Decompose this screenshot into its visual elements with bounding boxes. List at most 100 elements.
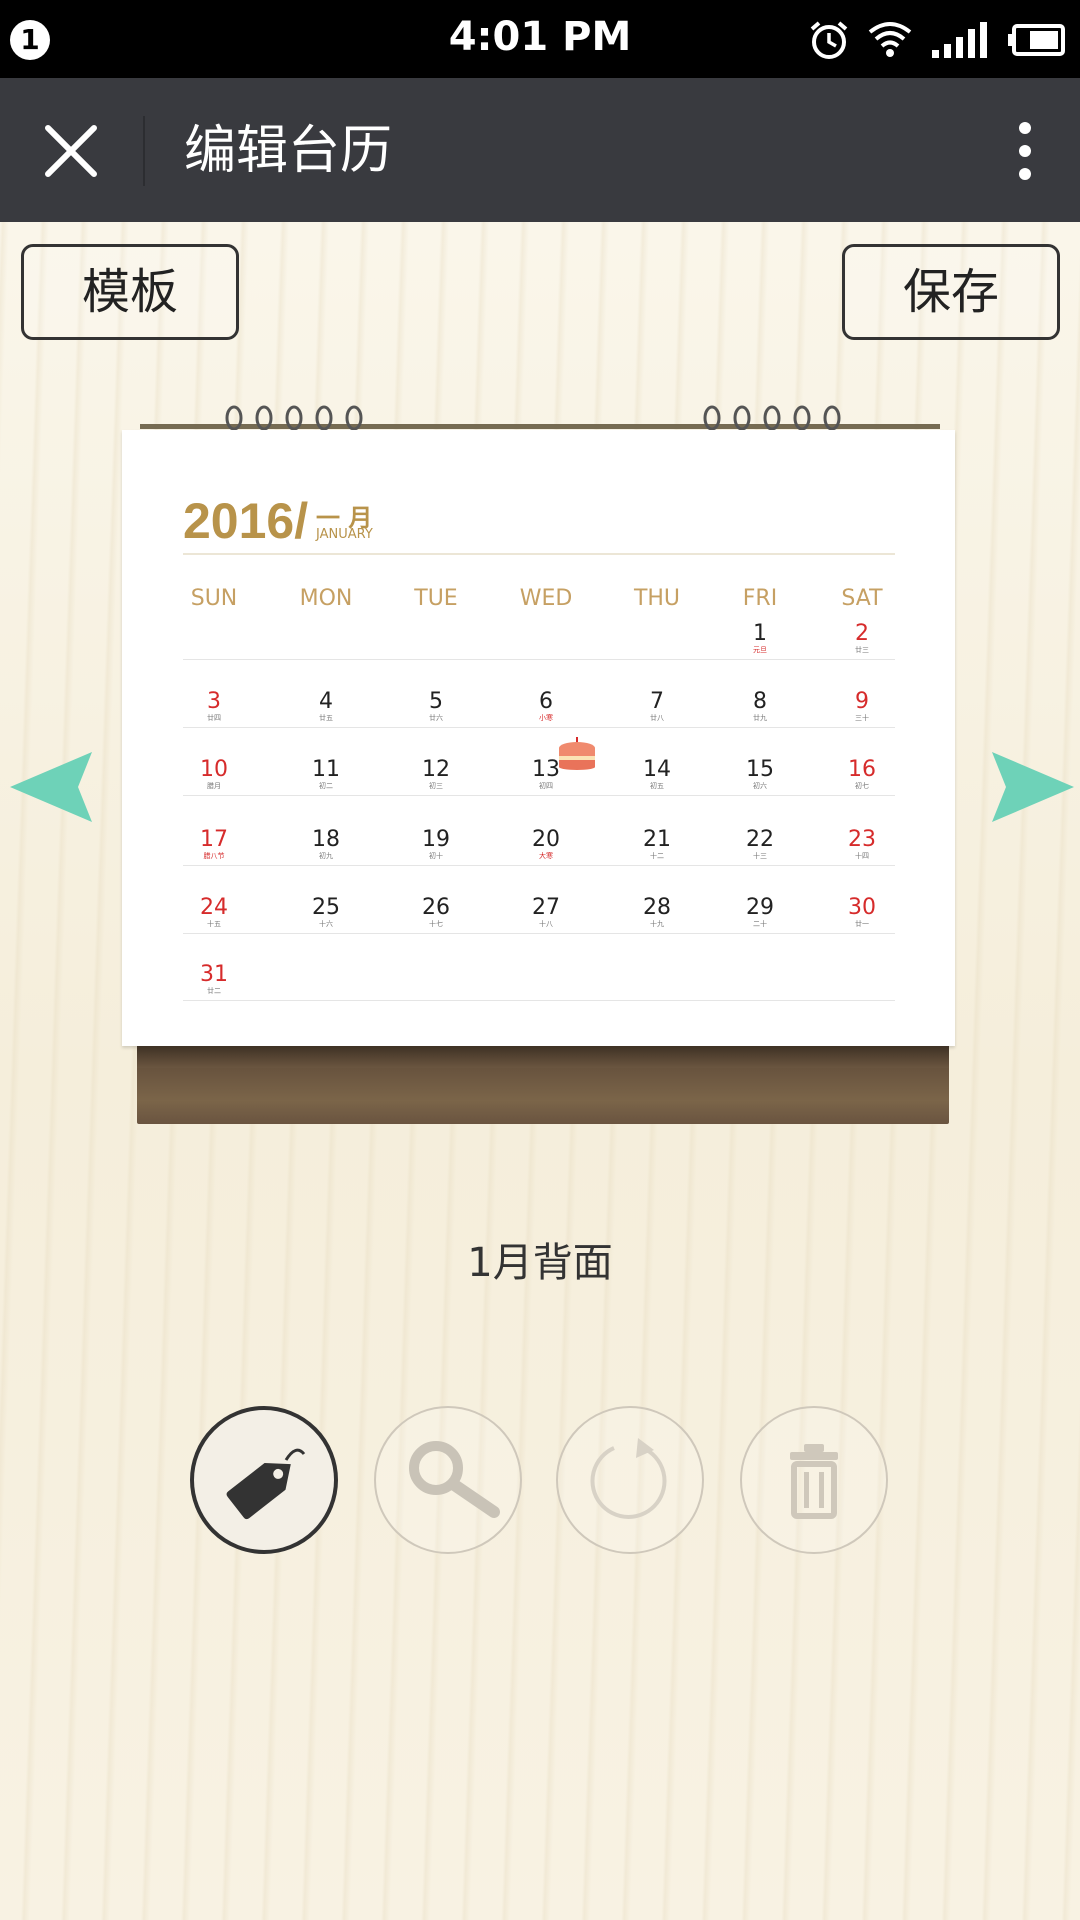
day-number: 5 (429, 689, 443, 714)
day-number: 27 (532, 895, 560, 920)
calendar-day[interactable]: 20 大寒 (506, 827, 586, 861)
signal-icon (932, 22, 987, 58)
calendar-month-en: JANUARY (316, 527, 373, 542)
lunar-date: 十三 (753, 852, 767, 860)
day-number: 1 (753, 621, 767, 646)
day-number: 29 (746, 895, 774, 920)
lunar-date: 小寒 (539, 714, 553, 722)
arrow-right-icon (992, 752, 1074, 822)
day-number: 16 (848, 757, 876, 782)
calendar-year: 2016/ (183, 493, 309, 549)
calendar-day[interactable]: 7 廿八 (617, 690, 697, 723)
day-number: 26 (422, 895, 450, 920)
lunar-date: 廿六 (429, 714, 443, 722)
page-title: 编辑台历 (184, 121, 393, 181)
calendar-day[interactable]: 9 三十 (822, 690, 902, 723)
calendar-header-rule (183, 553, 895, 555)
zoom-icon (409, 1441, 500, 1518)
lunar-date: 初六 (753, 782, 767, 790)
lunar-date: 大寒 (539, 852, 553, 860)
wifi-icon (868, 22, 912, 57)
calendar-day[interactable]: 22 十三 (720, 828, 800, 861)
more-options-button[interactable] (1000, 116, 1050, 186)
page-label: 1月背面 (467, 1240, 613, 1286)
day-number: 19 (422, 827, 450, 852)
day-number: 25 (312, 895, 340, 920)
arrow-left-icon (10, 752, 92, 822)
calendar-day[interactable]: 11 初二 (286, 758, 366, 791)
lunar-date: 初七 (855, 782, 869, 790)
calendar-day[interactable]: 28 十九 (617, 895, 697, 929)
cake-icon[interactable] (557, 736, 597, 770)
calendar-day[interactable]: 1 元旦 (720, 621, 800, 655)
weekday-header: SUN (190, 586, 238, 611)
calendar-day[interactable]: 2 廿三 (822, 622, 902, 655)
lunar-date: 初十 (429, 852, 443, 860)
zoom-button[interactable] (374, 1406, 522, 1554)
calendar-day[interactable]: 8 廿九 (720, 690, 800, 723)
calendar-row-divider (183, 933, 895, 934)
calendar-day[interactable]: 6 小寒 (506, 689, 586, 723)
tag-button[interactable] (190, 1406, 338, 1554)
day-number: 21 (643, 827, 671, 852)
lunar-date: 廿八 (650, 714, 664, 722)
lunar-date: 十九 (650, 920, 664, 928)
day-number: 31 (200, 962, 228, 987)
delete-button[interactable] (740, 1406, 888, 1554)
calendar-day[interactable]: 25 十六 (286, 895, 366, 929)
next-page-button[interactable] (986, 750, 1076, 824)
day-number: 10 (200, 757, 228, 782)
calendar-day[interactable]: 19 初十 (396, 827, 476, 861)
lunar-date: 十七 (429, 920, 443, 928)
rotate-button[interactable] (556, 1406, 704, 1554)
lunar-date: 廿四 (207, 714, 221, 722)
calendar-day[interactable]: 14 初五 (617, 757, 697, 791)
day-number: 20 (532, 827, 560, 852)
calendar-day[interactable]: 30 廿一 (822, 895, 902, 929)
calendar-row-divider (183, 727, 895, 728)
close-icon (45, 125, 97, 177)
calendar-day[interactable]: 12 初三 (396, 757, 476, 791)
status-bar: 1 4:01 PM (0, 0, 1080, 78)
calendar-day[interactable]: 29 二十 (720, 895, 800, 929)
close-button[interactable] (36, 116, 106, 186)
lunar-date: 十八 (539, 920, 553, 928)
calendar-day[interactable]: 15 初六 (720, 758, 800, 791)
calendar-day[interactable]: 3 廿四 (174, 690, 254, 723)
lunar-date: 二十 (753, 920, 767, 928)
day-number: 23 (848, 827, 876, 852)
calendar-day[interactable]: 27 十八 (506, 895, 586, 929)
calendar-day[interactable]: 17 腊八节 (174, 827, 254, 861)
day-number: 6 (539, 689, 553, 714)
day-number: 18 (312, 827, 340, 852)
lunar-date: 十二 (650, 852, 664, 860)
calendar-day[interactable]: 18 初九 (286, 827, 366, 861)
weekday-header: THU (633, 586, 681, 611)
calendar-stand-shadow (137, 1046, 949, 1068)
calendar-day[interactable]: 16 初七 (822, 757, 902, 791)
lunar-date: 廿二 (207, 987, 221, 995)
lunar-date: 廿九 (753, 714, 767, 722)
prev-page-button[interactable] (8, 750, 98, 824)
calendar-day[interactable]: 31 廿二 (174, 962, 254, 996)
lunar-date: 初四 (539, 782, 553, 790)
day-number: 12 (422, 757, 450, 782)
calendar-day[interactable]: 5 廿六 (396, 689, 476, 723)
calendar-day[interactable]: 23 十四 (822, 827, 902, 861)
lunar-date: 初九 (319, 852, 333, 860)
lunar-date: 元旦 (753, 646, 767, 654)
day-number: 30 (848, 895, 876, 920)
calendar-day[interactable]: 26 十七 (396, 895, 476, 929)
save-button[interactable]: 保存 (842, 244, 1060, 340)
rotate-icon (590, 1438, 667, 1519)
calendar-day[interactable]: 10 腊月 (174, 757, 254, 791)
day-number: 17 (200, 827, 228, 852)
calendar-day[interactable]: 21 十二 (617, 827, 697, 861)
weekday-header: WED (519, 586, 573, 611)
calendar-day[interactable]: 24 十五 (174, 896, 254, 929)
day-number: 14 (643, 757, 671, 782)
calendar-day[interactable]: 4 廿五 (286, 690, 366, 723)
template-button[interactable]: 模板 (21, 244, 239, 340)
lunar-date: 十四 (855, 852, 869, 860)
day-number: 28 (643, 895, 671, 920)
